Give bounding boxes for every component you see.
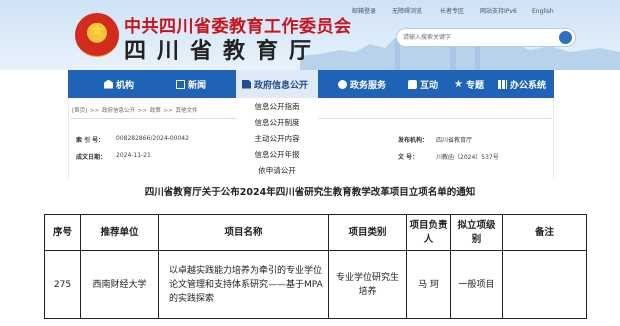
dropdown-item-request[interactable]: 依申请公开 [236, 165, 318, 176]
top-link-elderly[interactable]: 长者专区 [440, 8, 464, 16]
nav-label: 政务服务 [350, 80, 387, 91]
column-header: 项目类别 [328, 214, 407, 251]
dept-name: 四川省教育厅 [124, 39, 323, 64]
dropdown-item-guide[interactable]: 信息公开指南 [236, 101, 318, 112]
cell-leader: 马 珂 [406, 250, 451, 319]
nav-item-interact[interactable]: 互动 [408, 70, 438, 98]
page-title: 四川省教育厅关于公布2024年四川省研究生教育教学改革项目立项名单的通知 [144, 187, 476, 198]
info-disclosure-dropdown: 信息公开指南 信息公开制度 主动公开内容 信息公开年报 依申请公开 [236, 98, 318, 178]
top-link-ipv6[interactable]: 网站支持IPv6 [480, 8, 517, 16]
date-value: 2024-11-21 [116, 152, 151, 159]
national-emblem-icon: ★ [75, 13, 119, 57]
publisher-value: 四川省教育厅 [436, 137, 473, 144]
index-label: 索 引 号： [76, 137, 105, 144]
search-box [396, 28, 576, 47]
nav-label: 新闻 [188, 80, 207, 91]
cell-category: 专业学位研究生培养 [328, 250, 407, 319]
cell-level: 一般项目 [450, 250, 503, 319]
breadcrumb-home[interactable]: [首页] [72, 108, 87, 114]
document-icon [242, 79, 251, 89]
column-header: 备注 [502, 214, 587, 251]
table-row: 275 西南财经大学 以卓越实践能力培养为牵引的专业学位论文管理和支持体系研究—… [44, 250, 587, 319]
search-icon[interactable] [559, 31, 572, 44]
breadcrumb: [首页] >> 政府信息公开 >> 政策 >> 其他文件 [72, 108, 198, 114]
site-header: ★ 中共四川省委教育工作委员会 四川省教育厅 邮箱登录 无障碍浏览 长者专区 网… [0, 0, 620, 70]
star-icon: ★ [454, 78, 463, 90]
nav-item-info-disclosure[interactable]: 政府信息公开 [236, 70, 318, 98]
cell-project-name: 以卓越实践能力培养为牵引的专业学位论文管理和支持体系研究——基于MPA的实践探索 [158, 250, 329, 319]
nav-item-office[interactable]: 办公系统 [498, 70, 546, 98]
top-link-mail[interactable]: 邮箱登录 [352, 8, 376, 16]
nav-label: 办公系统 [510, 80, 547, 91]
date-label: 成文日期： [76, 154, 107, 161]
docno-label: 文 号： [398, 154, 419, 161]
main-nav: 机构 新闻 政府信息公开 政务服务 互动 ★ 专题 办公系统 [68, 70, 554, 98]
cell-unit: 西南财经大学 [80, 250, 159, 319]
docno-value: 川教函〔2024〕537号 [436, 154, 499, 161]
nav-label: 机构 [116, 80, 135, 91]
top-links: 邮箱登录 无障碍浏览 长者专区 网站支持IPv6 English [352, 8, 614, 20]
column-header: 项目负责人 [406, 214, 451, 251]
nav-item-topics[interactable]: ★ 专题 [454, 70, 484, 98]
column-header: 项目名称 [158, 214, 329, 251]
building-icon [104, 79, 113, 89]
breadcrumb-other[interactable]: 其他文件 [175, 108, 197, 114]
index-value: 008282866/2024-00042 [116, 135, 189, 142]
nav-item-services[interactable]: 政务服务 [338, 70, 386, 98]
dropdown-item-annual-report[interactable]: 信息公开年报 [236, 149, 318, 160]
nav-label: 互动 [420, 80, 439, 91]
nav-label: 专题 [466, 80, 485, 91]
nav-label: 政府信息公开 [254, 80, 309, 91]
top-link-accessibility[interactable]: 无障碍浏览 [392, 8, 422, 16]
news-icon [176, 79, 185, 89]
service-icon [338, 79, 347, 89]
chat-icon [408, 79, 417, 89]
project-table: 序号 推荐单位 项目名称 项目类别 项目负责人 拟立项级别 备注 275 西南财… [44, 214, 587, 319]
nav-item-org[interactable]: 机构 [104, 70, 134, 98]
breadcrumb-policy[interactable]: 政策 [150, 108, 161, 114]
nav-item-news[interactable]: 新闻 [176, 70, 206, 98]
dropdown-item-rules[interactable]: 信息公开制度 [236, 117, 318, 128]
search-input[interactable] [403, 31, 543, 44]
publisher-label: 发布机构： [398, 137, 429, 144]
cell-index: 275 [44, 250, 81, 319]
breadcrumb-info[interactable]: 政府信息公开 [102, 108, 135, 114]
table-header-row: 序号 推荐单位 项目名称 项目类别 项目负责人 拟立项级别 备注 [44, 214, 587, 251]
dropdown-item-proactive[interactable]: 主动公开内容 [236, 133, 318, 144]
top-link-english[interactable]: English [532, 8, 554, 16]
cell-remarks [502, 250, 587, 319]
column-header: 拟立项级别 [450, 214, 503, 251]
column-header: 序号 [44, 214, 81, 251]
grid-icon [498, 79, 507, 89]
column-header: 推荐单位 [80, 214, 159, 251]
